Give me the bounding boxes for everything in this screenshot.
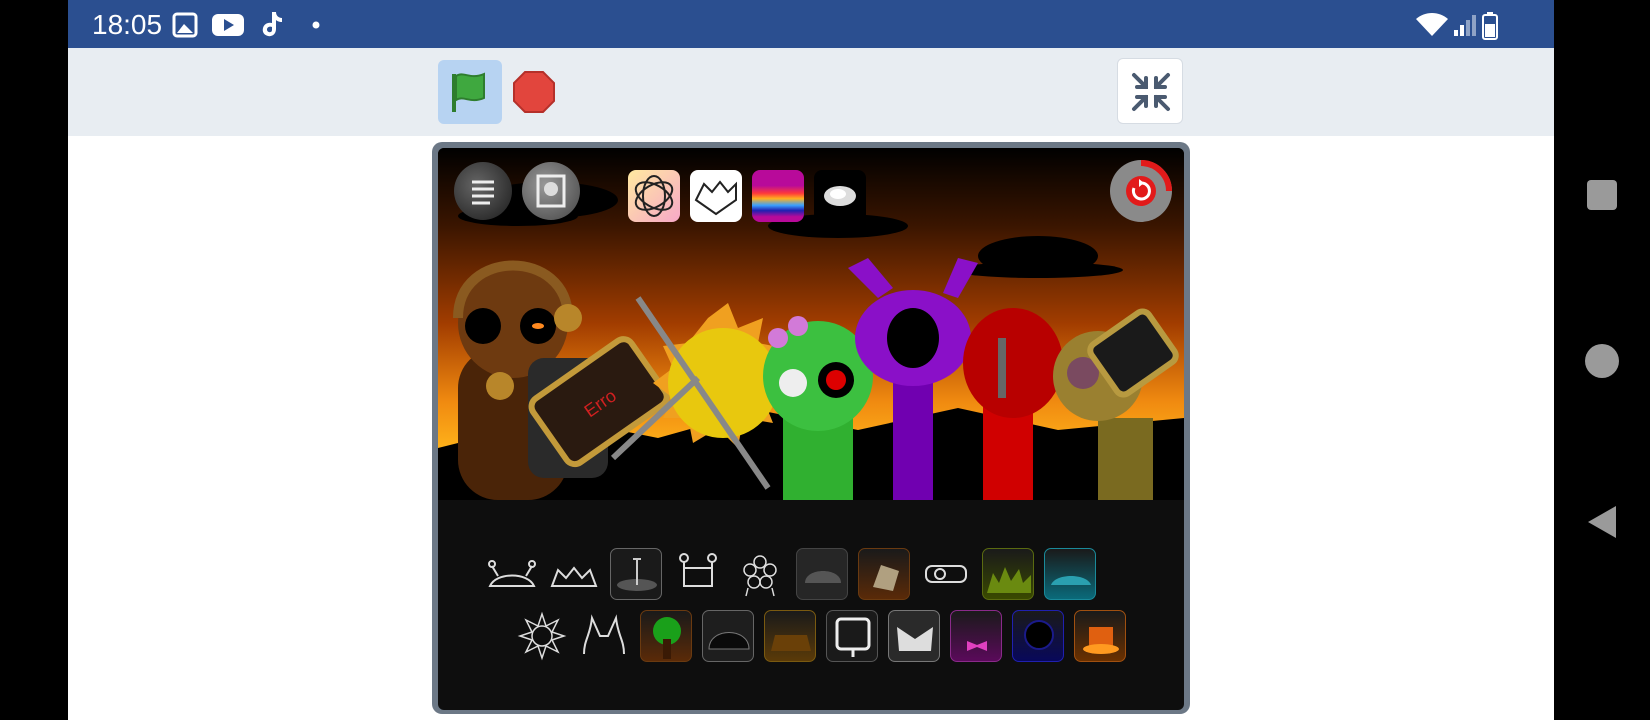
image-notification-icon	[172, 12, 198, 38]
wifi-icon	[1416, 13, 1448, 36]
player-toolbar	[68, 48, 1554, 136]
battery-icon	[1482, 12, 1498, 40]
pole-dish-icon	[617, 558, 657, 591]
sound-slot-goggles[interactable]	[920, 548, 972, 600]
sound-slot-dark-blob[interactable]	[702, 610, 754, 662]
teal-hat-icon	[1051, 576, 1091, 585]
sound-slot-orange-hat[interactable]	[764, 610, 816, 662]
blue-orb-icon	[1024, 620, 1054, 650]
sound-slot-brown-cap[interactable]	[858, 548, 910, 600]
sound-slot-pole-dish[interactable]	[610, 548, 662, 600]
orange-glow-icon	[1083, 627, 1119, 654]
sound-slot-antenna-crab[interactable]	[486, 548, 538, 600]
reset-button[interactable]	[1110, 160, 1172, 222]
menu-icon	[472, 180, 494, 205]
recents-button[interactable]	[1587, 180, 1617, 210]
glowing-orb-icon	[824, 186, 856, 206]
cat-ears-icon	[583, 614, 625, 655]
tiktok-icon	[262, 12, 282, 37]
green-grass-icon	[987, 567, 1031, 593]
sound-slot-pink-bow[interactable]	[950, 610, 1002, 662]
phone-screen: 18:05 Erro	[68, 0, 1554, 720]
pink-bow-icon	[967, 641, 987, 651]
star-orbit-icon	[634, 175, 674, 217]
sound-slot-spiky-ball[interactable]	[516, 610, 568, 662]
theme-outline-button[interactable]	[690, 170, 742, 222]
home-button[interactable]	[1585, 344, 1619, 378]
sound-slot-robot-head[interactable]	[672, 548, 724, 600]
stop-button[interactable]	[512, 70, 556, 114]
orange-hat-icon	[771, 635, 811, 651]
green-flag-icon	[452, 72, 485, 112]
horns-icon	[550, 566, 598, 587]
stage[interactable]: Erro	[438, 148, 1184, 710]
navigation-bar	[1554, 0, 1650, 720]
sound-slot-green-grass[interactable]	[982, 548, 1034, 600]
spiky-ball-icon	[517, 611, 567, 661]
sound-slot-dark-helmet[interactable]	[796, 548, 848, 600]
sound-slot-cat-ears[interactable]	[578, 610, 630, 662]
exit-fullscreen-button[interactable]	[1117, 58, 1183, 124]
youtube-icon	[212, 14, 244, 36]
portrait-icon	[536, 174, 566, 208]
dark-helmet-icon	[805, 571, 841, 583]
sound-slot-blue-orb[interactable]	[1012, 610, 1064, 662]
dark-blob-icon	[708, 632, 750, 650]
sound-slot-green-tree[interactable]	[640, 610, 692, 662]
more-notifications-icon	[312, 21, 320, 29]
rainbow-icon	[752, 170, 804, 222]
antenna-crab-icon	[488, 560, 536, 587]
goggles-icon	[925, 565, 967, 583]
sound-slot-teal-hat[interactable]	[1044, 548, 1096, 600]
exit-fullscreen-icon	[1132, 73, 1170, 111]
sound-slot-flower-bunch[interactable]	[734, 548, 786, 600]
sound-slot-monitor[interactable]	[826, 610, 878, 662]
robot-head-icon	[679, 553, 717, 587]
green-tree-icon	[653, 617, 681, 659]
stage-frame: Erro	[432, 142, 1190, 714]
stop-sign-icon	[513, 71, 555, 113]
theme-star-button[interactable]	[628, 170, 680, 222]
flower-bunch-icon	[743, 555, 777, 597]
status-bar: 18:05	[68, 0, 1554, 48]
white-mask-icon	[897, 627, 933, 651]
status-time: 18:05	[92, 9, 163, 40]
green-flag-button[interactable]	[438, 60, 502, 124]
monitor-icon	[835, 617, 871, 657]
mode-toggle-button[interactable]	[522, 162, 580, 220]
reset-icon	[1126, 160, 1172, 206]
sound-slot-orange-glow[interactable]	[1074, 610, 1126, 662]
signal-icon	[1454, 15, 1476, 36]
theme-orb-button[interactable]	[814, 170, 866, 222]
back-button[interactable]	[1586, 504, 1618, 540]
brown-cap-icon	[873, 565, 899, 591]
outline-face-icon	[694, 180, 737, 216]
sound-slot-white-mask[interactable]	[888, 610, 940, 662]
menu-button[interactable]	[454, 162, 512, 220]
theme-rainbow-button[interactable]	[752, 170, 804, 222]
sound-slot-horns[interactable]	[548, 548, 600, 600]
